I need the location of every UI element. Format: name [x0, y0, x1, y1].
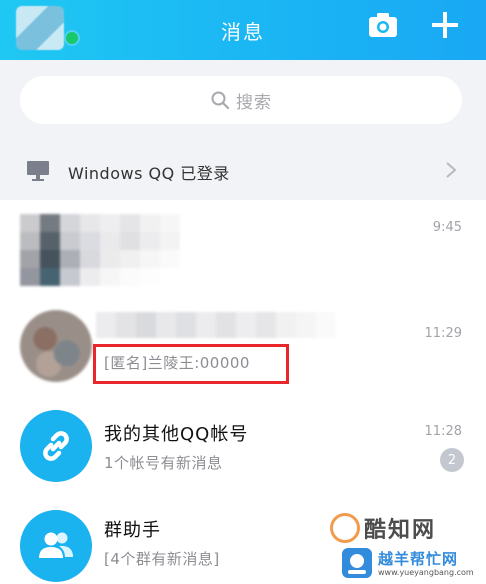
windows-qq-login-banner[interactable]: Windows QQ 已登录 [0, 140, 486, 200]
watermark-text-secondary: 越羊帮忙网 [378, 550, 459, 568]
blurred-chat-content [20, 214, 180, 286]
blurred-avatar [20, 310, 92, 382]
chat-preview: 1个帐号有新消息 [104, 454, 223, 472]
link-icon-avatar [20, 410, 92, 482]
yueyang-logo-icon [342, 548, 372, 578]
chat-item-other-accounts[interactable]: 我的其他QQ帐号 1个帐号有新消息 11:28 2 [0, 396, 486, 496]
unread-badge: 2 [440, 448, 464, 472]
blurred-chat-name [96, 312, 336, 338]
watermark-yueyang: 越羊帮忙网 www.yueyangbang.com [336, 546, 484, 582]
chat-time: 11:28 [424, 424, 462, 439]
camera-icon[interactable] [368, 12, 398, 38]
group-icon-avatar [20, 510, 92, 582]
chat-preview: [4个群有新消息] [104, 550, 220, 568]
watermark-url: www.yueyangbang.com [378, 568, 474, 577]
chat-name: 我的其他QQ帐号 [104, 424, 249, 445]
search-input[interactable]: 搜索 [20, 76, 462, 124]
watermark-kuzhi: 酷知网 [330, 508, 470, 548]
chat-item-1[interactable]: 9:45 [0, 200, 486, 300]
login-banner-text: Windows QQ 已登录 [68, 164, 230, 183]
search-icon [211, 91, 230, 110]
monitor-icon [27, 161, 49, 181]
kuzhi-logo-icon [330, 513, 360, 543]
link-icon [43, 431, 69, 461]
red-highlight-box [93, 344, 289, 384]
chat-time: 11:29 [424, 326, 462, 341]
group-icon [39, 532, 73, 558]
chat-name: 群助手 [104, 520, 161, 541]
chevron-right-icon [446, 162, 457, 178]
chat-time: 9:45 [432, 220, 462, 235]
search-placeholder: 搜索 [236, 92, 272, 113]
watermark-text: 酷知网 [364, 518, 437, 543]
search-area: 搜索 [0, 60, 486, 140]
top-bar: 消息 [0, 0, 486, 60]
page-title: 消息 [221, 20, 265, 44]
plus-icon[interactable] [430, 10, 460, 40]
